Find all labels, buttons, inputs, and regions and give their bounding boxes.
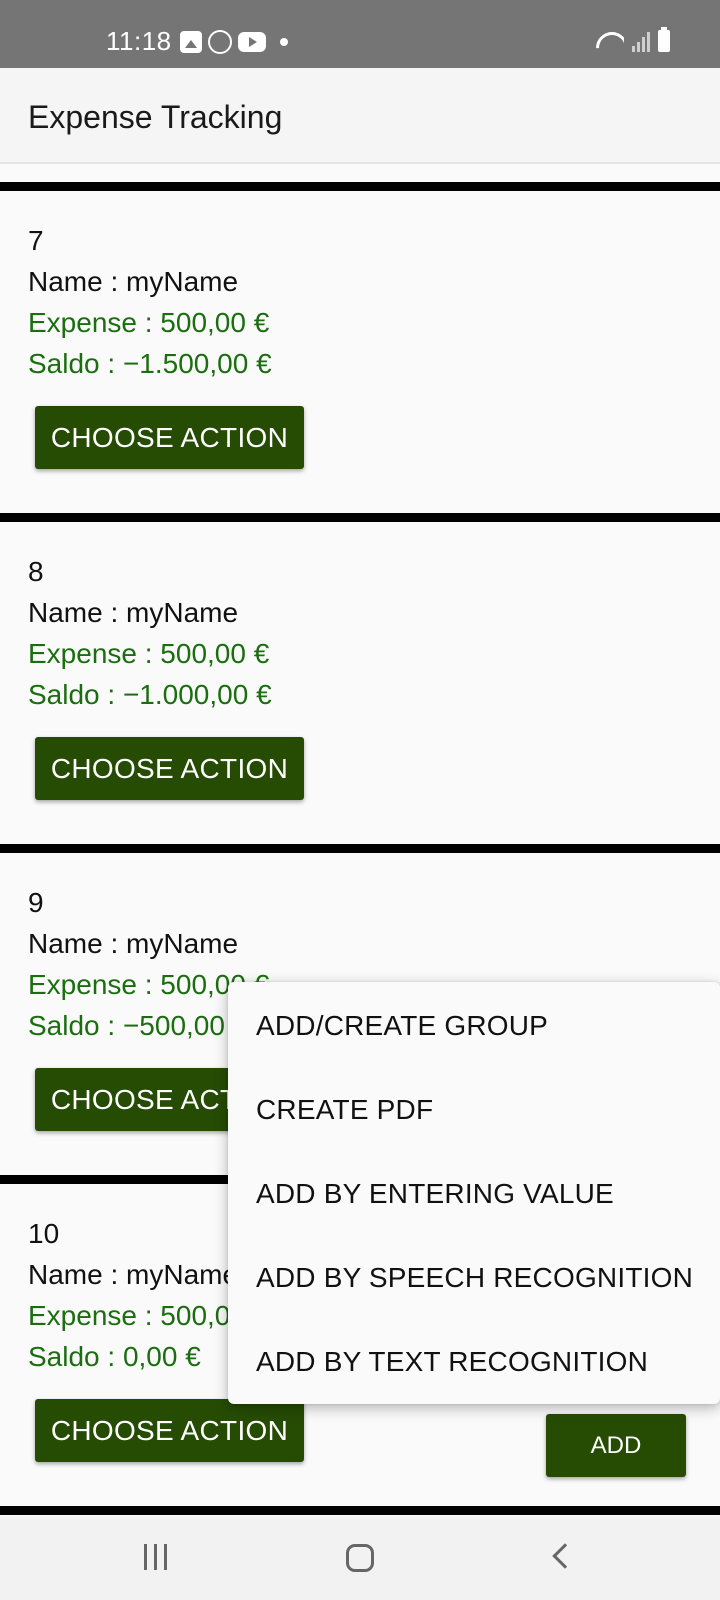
wifi-icon [596,30,624,52]
recents-icon[interactable] [144,1544,167,1570]
system-icons [596,27,670,52]
page-title: Expense Tracking [28,99,283,135]
back-icon[interactable] [552,1543,578,1569]
entry-expense: Expense : 500,00 € [28,638,270,669]
entry-card: 8 Name : myName Expense : 500,00 € Saldo… [0,522,720,844]
entry-card: 7 Name : myName Expense : 500,00 € Saldo… [0,191,720,513]
app-bar: Expense Tracking [0,68,720,164]
entry-saldo: Saldo : 0,00 € [28,1341,201,1372]
screen: 11:18 Expense Tracking 7 Name : myName E… [0,0,720,1600]
menu-item-add-by-speech-recognition[interactable]: ADD BY SPEECH RECOGNITION [228,1236,720,1320]
dot-icon [280,38,288,46]
signal-icon [632,32,650,52]
entry-name: Name : myName [28,1259,239,1290]
add-button[interactable]: ADD [546,1414,686,1477]
entry-id: 9 [28,887,44,918]
entry-saldo: Saldo : −500,00 € [28,1010,249,1041]
youtube-icon [238,32,266,52]
status-time: 11:18 [106,26,172,56]
notification-icons [180,30,288,54]
divider [0,844,720,853]
entry-id: 10 [28,1218,60,1249]
choose-action-button[interactable]: CHOOSE ACTION [35,406,304,469]
viber-icon [208,30,232,54]
navigation-bar [0,1516,720,1600]
home-icon[interactable] [346,1544,374,1572]
menu-item-create-pdf[interactable]: CREATE PDF [228,1068,720,1152]
menu-item-add-by-text-recognition[interactable]: ADD BY TEXT RECOGNITION [228,1320,720,1404]
choose-action-button[interactable]: CHOOSE ACTION [35,1399,304,1462]
status-bar: 11:18 [0,0,720,68]
image-icon [180,31,202,53]
entry-saldo: Saldo : −1.000,00 € [28,679,272,710]
choose-action-button[interactable]: CHOOSE ACTION [35,737,304,800]
popup-menu: ADD/CREATE GROUP CREATE PDF ADD BY ENTER… [228,982,720,1404]
divider [0,1506,720,1515]
menu-item-add-create-group[interactable]: ADD/CREATE GROUP [228,984,720,1068]
battery-icon [658,27,670,52]
entry-id: 8 [28,556,44,587]
entry-saldo: Saldo : −1.500,00 € [28,348,272,379]
entry-id: 7 [28,225,44,256]
entry-name: Name : myName [28,928,239,959]
entry-expense: Expense : 500,00 € [28,307,270,338]
divider [0,513,720,522]
entry-name: Name : myName [28,266,239,297]
menu-item-add-by-entering-value[interactable]: ADD BY ENTERING VALUE [228,1152,720,1236]
entry-name: Name : myName [28,597,239,628]
divider [0,182,720,191]
